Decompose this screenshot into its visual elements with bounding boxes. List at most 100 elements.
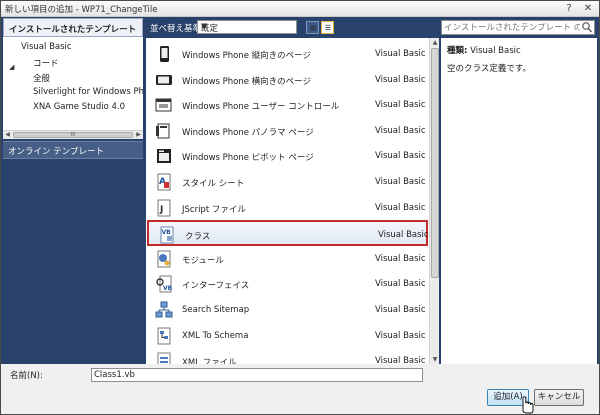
template-list-item[interactable]: VB クラス Visual Basic xyxy=(147,220,429,247)
pivot-icon xyxy=(157,149,171,164)
tree-item-general[interactable]: 全般 xyxy=(33,72,50,84)
template-list-item[interactable]: Windows Phone 横向きのページ Visual Basic xyxy=(146,67,426,93)
online-templates-label: オンライン テンプレート xyxy=(8,147,104,157)
template-name: Windows Phone パノラマ ページ xyxy=(182,127,314,138)
sort-by-select[interactable]: 既定 ▼ xyxy=(197,20,297,34)
search-input[interactable] xyxy=(444,22,580,33)
chevron-down-icon: ▼ xyxy=(201,22,208,32)
template-name: Windows Phone 横向きのページ xyxy=(182,76,312,87)
template-language: Visual Basic xyxy=(378,230,429,241)
template-language: Visual Basic xyxy=(375,151,426,162)
list-view-button[interactable]: ☰ xyxy=(321,21,334,34)
name-label: 名前(N): xyxy=(10,371,43,381)
user-control-icon xyxy=(155,98,172,112)
svg-text:VB: VB xyxy=(163,285,173,292)
sort-toolbar: 並べ替え基準: 既定 ▼ ▦ ☰ xyxy=(146,18,431,38)
template-name: Windows Phone ユーザー コントロール xyxy=(182,102,340,113)
template-name: XML To Schema xyxy=(182,330,249,341)
sort-by-label: 並べ替え基準: xyxy=(150,24,204,34)
module-icon xyxy=(157,250,171,268)
installed-templates-header[interactable]: インストールされたテンプレート xyxy=(3,18,143,37)
template-category-pane: インストールされたテンプレート ◢ Visual Basic コード 全般 Si… xyxy=(3,18,143,364)
template-details-pane: 種類: Visual Basic 空のクラス定義です。 xyxy=(441,38,597,364)
template-language: Visual Basic xyxy=(375,100,426,111)
title-bar: 新しい項目の追加 - WP71_ChangeTile ? ✕ xyxy=(1,1,599,17)
template-list-item[interactable]: Windows Phone パノラマ ページ Visual Basic xyxy=(146,118,426,144)
scroll-thumb[interactable]: III xyxy=(13,132,133,138)
template-name: モジュール xyxy=(182,255,224,266)
template-list-item[interactable]: Windows Phone ユーザー コントロール Visual Basic xyxy=(146,92,426,118)
class-icon: VB xyxy=(160,226,174,244)
template-language: Visual Basic xyxy=(375,356,426,364)
tree-item-code[interactable]: コード xyxy=(33,57,59,69)
list-view-icon: ☰ xyxy=(324,24,332,32)
template-list-item[interactable]: Windows Phone ピボット ページ Visual Basic xyxy=(146,143,426,169)
template-list-vertical-scrollbar[interactable]: ▲ ▼ xyxy=(429,38,439,364)
template-name: スタイル シート xyxy=(182,179,245,189)
installed-templates-label: インストールされたテンプレート xyxy=(9,25,137,35)
cancel-button[interactable]: キャンセル xyxy=(534,389,584,406)
jscript-icon: J xyxy=(157,199,171,217)
template-name: Search Sitemap xyxy=(182,305,250,315)
template-language: Visual Basic xyxy=(375,74,426,85)
details-type-label: 種類: xyxy=(447,46,468,56)
template-name: JScript ファイル xyxy=(182,204,246,215)
tree-horizontal-scrollbar[interactable]: ◀ III ▶ xyxy=(3,130,143,139)
template-list-item[interactable]: VB インターフェイス Visual Basic xyxy=(146,271,426,297)
template-language: Visual Basic xyxy=(375,202,426,213)
template-list-item[interactable]: Search Sitemap Visual Basic xyxy=(146,297,426,323)
details-type: 種類: Visual Basic xyxy=(447,44,521,56)
grid-view-icon: ▦ xyxy=(309,24,317,32)
interface-icon: VB xyxy=(156,275,173,293)
template-language: Visual Basic xyxy=(375,125,426,136)
tree-item-xna[interactable]: XNA Game Studio 4.0 xyxy=(33,102,125,112)
template-list: Windows Phone 縦向きのページ Visual Basic Windows… xyxy=(146,38,429,364)
template-language: Visual Basic xyxy=(375,253,426,264)
mouse-cursor-icon xyxy=(522,396,534,414)
template-language: Visual Basic xyxy=(375,330,426,341)
stylesheet-icon: A xyxy=(157,173,171,191)
phone-landscape-icon xyxy=(156,74,172,85)
tree-item-silverlight-wp[interactable]: Silverlight for Windows Phone xyxy=(33,87,143,97)
template-list-item[interactable]: XML ファイル Visual Basic xyxy=(146,348,426,364)
xml-schema-icon xyxy=(157,327,171,345)
details-type-value: Visual Basic xyxy=(470,46,521,56)
template-language: Visual Basic xyxy=(375,177,426,187)
template-list-item[interactable]: Windows Phone 縦向きのページ Visual Basic xyxy=(146,41,426,67)
template-name: クラス xyxy=(185,232,211,243)
template-name: インターフェイス xyxy=(182,281,250,292)
template-list-item[interactable]: モジュール Visual Basic xyxy=(146,246,426,272)
scroll-right-icon[interactable]: ▶ xyxy=(134,131,143,139)
template-tree: ◢ Visual Basic コード 全般 Silverlight for Wi… xyxy=(3,37,143,130)
scroll-left-icon[interactable]: ◀ xyxy=(3,131,12,139)
xml-file-icon xyxy=(157,352,171,364)
help-button[interactable]: ? xyxy=(561,2,577,15)
template-list-item[interactable]: J JScript ファイル Visual Basic xyxy=(146,195,426,221)
tree-item-visual-basic[interactable]: Visual Basic xyxy=(21,42,72,52)
name-field[interactable] xyxy=(91,368,423,382)
phone-portrait-icon xyxy=(160,46,169,62)
window-title: 新しい項目の追加 - WP71_ChangeTile xyxy=(5,5,158,15)
vertical-scroll-thumb[interactable] xyxy=(431,48,439,278)
scroll-down-icon[interactable]: ▼ xyxy=(430,355,440,364)
template-name: XML ファイル xyxy=(182,358,237,364)
search-icon[interactable] xyxy=(581,21,593,34)
sitemap-icon xyxy=(155,301,173,318)
details-description: 空のクラス定義です。 xyxy=(447,64,531,74)
template-language: Visual Basic xyxy=(375,305,426,315)
add-new-item-dialog: 新しい項目の追加 - WP71_ChangeTile ? ✕ インストールされた… xyxy=(0,0,600,415)
expand-arrow-icon[interactable]: ◢ xyxy=(9,63,14,71)
template-list-item[interactable]: XML To Schema Visual Basic xyxy=(146,323,426,349)
svg-text:VB: VB xyxy=(162,229,172,236)
template-name: Windows Phone ピボット ページ xyxy=(182,153,314,164)
svg-text:J: J xyxy=(159,205,163,215)
template-language: Visual Basic xyxy=(375,49,426,59)
medium-icons-view-button[interactable]: ▦ xyxy=(306,21,319,34)
template-list-item[interactable]: A スタイル シート Visual Basic xyxy=(146,169,426,195)
panorama-icon xyxy=(156,123,170,139)
scroll-up-icon[interactable]: ▲ xyxy=(430,38,440,47)
close-button[interactable]: ✕ xyxy=(580,2,596,15)
template-language: Visual Basic xyxy=(375,279,426,290)
online-templates-item[interactable]: オンライン テンプレート xyxy=(3,141,143,159)
template-search-box[interactable] xyxy=(441,20,595,35)
